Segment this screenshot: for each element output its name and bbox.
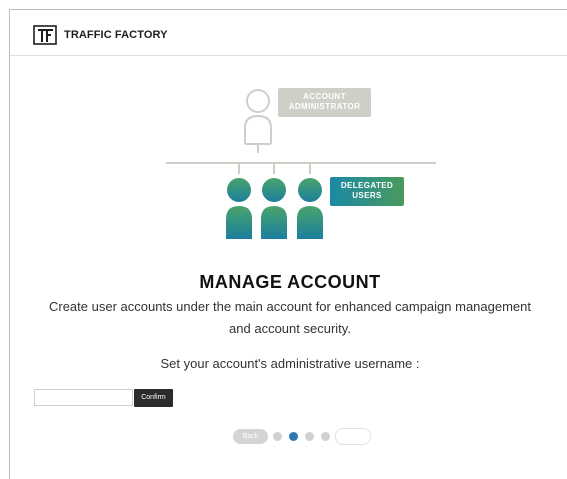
next-button[interactable]	[335, 428, 371, 445]
confirm-button[interactable]: Confirm	[134, 389, 173, 407]
admin-user-icon	[244, 89, 272, 153]
delegated-user-icon	[226, 178, 252, 239]
wizard-panel: TRAFFIC FACTORY ACCOUNT ADMINISTRATOR DE…	[9, 9, 567, 479]
account-administrator-label: ACCOUNT ADMINISTRATOR	[278, 88, 371, 117]
step-dot-1	[273, 432, 282, 441]
step-dot-2-active	[289, 432, 298, 441]
step-dot-3	[305, 432, 314, 441]
page-title: MANAGE ACCOUNT	[199, 272, 381, 292]
username-prompt: Set your account's administrative userna…	[160, 356, 420, 371]
step-dot-4	[321, 432, 330, 441]
account-hierarchy-diagram	[166, 89, 436, 239]
page-description: Create user accounts under the main acco…	[48, 299, 531, 336]
delegated-user-icon	[261, 178, 287, 239]
delegated-user-icon	[297, 178, 323, 239]
delegated-users-label: DELEGATED USERS	[330, 177, 404, 206]
back-button[interactable]: Back	[233, 429, 268, 444]
admin-username-input[interactable]	[34, 389, 133, 406]
